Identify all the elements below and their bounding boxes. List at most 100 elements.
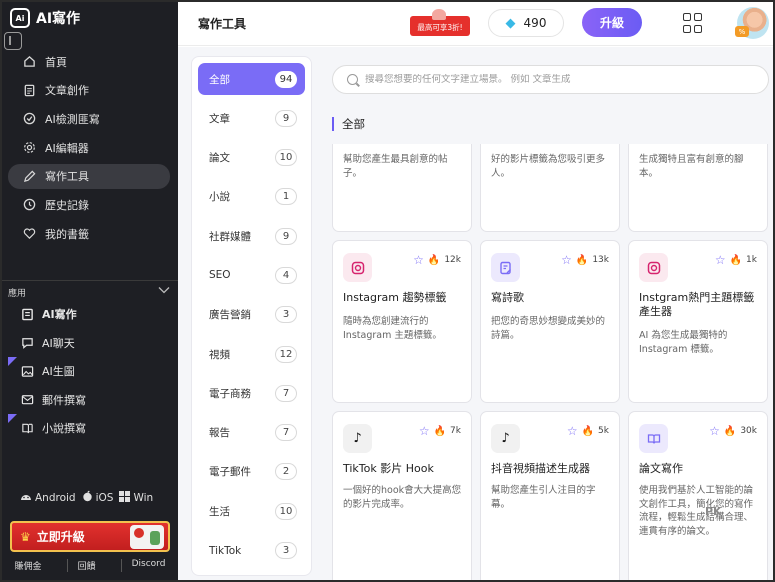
- category-item-report[interactable]: 報告 7: [198, 417, 305, 449]
- win-label: Win: [133, 491, 154, 504]
- apps-grid-icon[interactable]: [683, 13, 703, 33]
- tool-card-douyin-description[interactable]: ♪ ☆ 🔥 5k 抖音視頻描述生成器 幫助您產生引人注目的字幕。: [480, 411, 620, 580]
- category-item-article[interactable]: 文章 9: [198, 102, 305, 134]
- card-title: 論文寫作: [639, 462, 683, 475]
- card-description: AI 為您生成最獨特的 Instagram 標籤。: [639, 330, 728, 355]
- category-item-video[interactable]: 視頻 12: [198, 338, 305, 370]
- platform-android[interactable]: Android: [20, 491, 76, 505]
- usage-count: 12k: [444, 255, 461, 265]
- card-description: 把您的奇思妙想變成美妙的詩篇。: [491, 316, 606, 341]
- category-count: 1: [275, 188, 297, 206]
- earn-commission-link[interactable]: 賺佣金: [15, 559, 42, 572]
- category-label: 電子商務: [209, 387, 251, 400]
- history-icon: [22, 198, 36, 212]
- new-ribbon-icon: [8, 414, 17, 423]
- apple-icon: [82, 490, 93, 505]
- nav-label: 寫作工具: [45, 170, 89, 184]
- nav-item-history[interactable]: 歷史記錄: [8, 192, 170, 217]
- category-item-seo[interactable]: SEO 4: [198, 259, 305, 291]
- search-input[interactable]: [365, 74, 765, 85]
- nav-item-home[interactable]: 首頁: [8, 49, 170, 74]
- app-item-ai-writing[interactable]: AI寫作: [12, 302, 172, 326]
- star-icon[interactable]: ☆: [413, 253, 424, 267]
- star-icon[interactable]: ☆: [419, 424, 430, 438]
- tool-card[interactable]: 好的影片標籤為您吸引更多人。: [480, 144, 620, 232]
- category-item-ads[interactable]: 廣告營銷 3: [198, 299, 305, 331]
- category-item-paper[interactable]: 論文 10: [198, 142, 305, 174]
- tool-card-essay-writing[interactable]: ☆ 🔥 30k 論文寫作 使用我們基於人工智能的論文創作工具，簡化您的寫作流程，輕鬆…: [628, 411, 768, 580]
- card-stats: ☆ 🔥 5k: [567, 424, 609, 438]
- tool-card[interactable]: 生成獨特且富有創意的腳本。: [628, 144, 768, 232]
- upgrade-button[interactable]: 升級: [582, 8, 642, 37]
- divider: [2, 280, 178, 281]
- tool-card-instagram-hashtag[interactable]: ☆ 🔥 1k Instgram熱門主題標籤產生器 AI 為您生成最獨特的 Insta…: [628, 240, 768, 403]
- nav-item-bookmarks[interactable]: 我的書籤: [8, 221, 170, 246]
- category-list: 全部 94 文章 9 論文 10 小說 1 社群媒體 9 SEO 4 廣告營銷 3 視頻 12 …: [191, 56, 312, 576]
- nav-item-ai-detect[interactable]: AI檢測匪寫: [8, 106, 170, 131]
- category-item-all[interactable]: 全部 94: [198, 63, 305, 95]
- tool-card-instagram-trending[interactable]: ☆ 🔥 12k Instagram 趨勢標籤 隨時為您創建流行的 Instagram…: [332, 240, 472, 403]
- windows-icon: [119, 490, 131, 505]
- page-title: 寫作工具: [198, 17, 247, 31]
- category-label: 生活: [209, 505, 230, 518]
- tool-card[interactable]: 幫助您產生最具創意的帖子。: [332, 144, 472, 232]
- card-stats: ☆ 🔥 1k: [715, 253, 757, 267]
- category-item-ecommerce[interactable]: 電子商務 7: [198, 377, 305, 409]
- nav-item-article[interactable]: 文章創作: [8, 78, 170, 103]
- tool-card-tiktok-hook[interactable]: ♪ ☆ 🔥 7k TikTok 影片 Hook 一個好的hook會大大提高您的影片完…: [332, 411, 472, 580]
- search-bar[interactable]: [332, 65, 769, 94]
- fire-icon: 🔥: [575, 254, 589, 266]
- tool-card-poem[interactable]: ☆ 🔥 13k 寫詩歌 把您的奇思妙想變成美妙的詩篇。: [480, 240, 620, 403]
- nav-item-writing-tools[interactable]: 寫作工具: [8, 163, 170, 189]
- chevron-down-icon: [158, 286, 170, 299]
- category-count: 10: [275, 502, 297, 520]
- discord-link[interactable]: Discord: [120, 559, 165, 572]
- category-count: 12: [275, 345, 297, 363]
- promo-badge[interactable]: 最高可享3折!: [410, 9, 470, 36]
- fire-icon: 🔥: [433, 425, 447, 437]
- category-label: 文章: [209, 112, 230, 125]
- category-item-novel[interactable]: 小說 1: [198, 181, 305, 213]
- category-count: 2: [275, 463, 297, 481]
- app-item-ai-image[interactable]: AI生圖: [8, 357, 172, 383]
- star-icon[interactable]: ☆: [709, 424, 720, 438]
- app-item-novel[interactable]: 小說撰寫: [8, 414, 172, 440]
- card-title: TikTok 影片 Hook: [343, 462, 434, 475]
- feedback-link[interactable]: 回饋: [66, 559, 96, 572]
- card-stats: ☆ 🔥 7k: [419, 424, 461, 438]
- brand[interactable]: Ai AI寫作: [10, 8, 80, 28]
- category-count: 94: [275, 70, 297, 88]
- tiktok-icon: ♪: [343, 424, 372, 453]
- heart-icon: [22, 227, 36, 241]
- star-icon[interactable]: ☆: [561, 253, 572, 267]
- settings-icon: [22, 141, 36, 155]
- sidebar-collapse-icon[interactable]: [4, 32, 22, 50]
- nav-item-ai-editor[interactable]: AI編輯器: [8, 135, 170, 160]
- instagram-icon: [639, 253, 668, 282]
- new-ribbon-icon: [8, 357, 17, 366]
- category-item-life[interactable]: 生活 10: [198, 495, 305, 527]
- nav-label: 文章創作: [45, 84, 89, 98]
- category-count: 3: [275, 542, 297, 560]
- poem-icon: [491, 253, 520, 282]
- usage-count: 13k: [592, 255, 609, 265]
- platform-win[interactable]: Win: [119, 490, 154, 505]
- category-label: 小說: [209, 191, 230, 204]
- card-title: Instagram 趨勢標籤: [343, 291, 447, 304]
- app-item-email[interactable]: 郵件撰寫: [12, 388, 172, 412]
- brand-title: AI寫作: [36, 11, 81, 27]
- star-icon[interactable]: ☆: [567, 424, 578, 438]
- platform-ios[interactable]: iOS: [82, 490, 113, 505]
- write-icon: [20, 307, 34, 321]
- category-item-social[interactable]: 社群媒體 9: [198, 220, 305, 252]
- card-stats: ☆ 🔥 12k: [413, 253, 461, 267]
- upgrade-now-banner[interactable]: ♛ 立即升級: [10, 521, 170, 552]
- usage-count: 7k: [450, 426, 461, 436]
- apps-header[interactable]: 應用: [8, 286, 170, 299]
- star-icon[interactable]: ☆: [715, 253, 726, 267]
- category-item-email[interactable]: 電子郵件 2: [198, 456, 305, 488]
- category-label: 論文: [209, 152, 230, 165]
- category-item-tiktok[interactable]: TikTok 3: [198, 535, 305, 567]
- credits-display[interactable]: ◆ 490: [488, 9, 564, 37]
- app-item-ai-chat[interactable]: AI聊天: [12, 331, 172, 355]
